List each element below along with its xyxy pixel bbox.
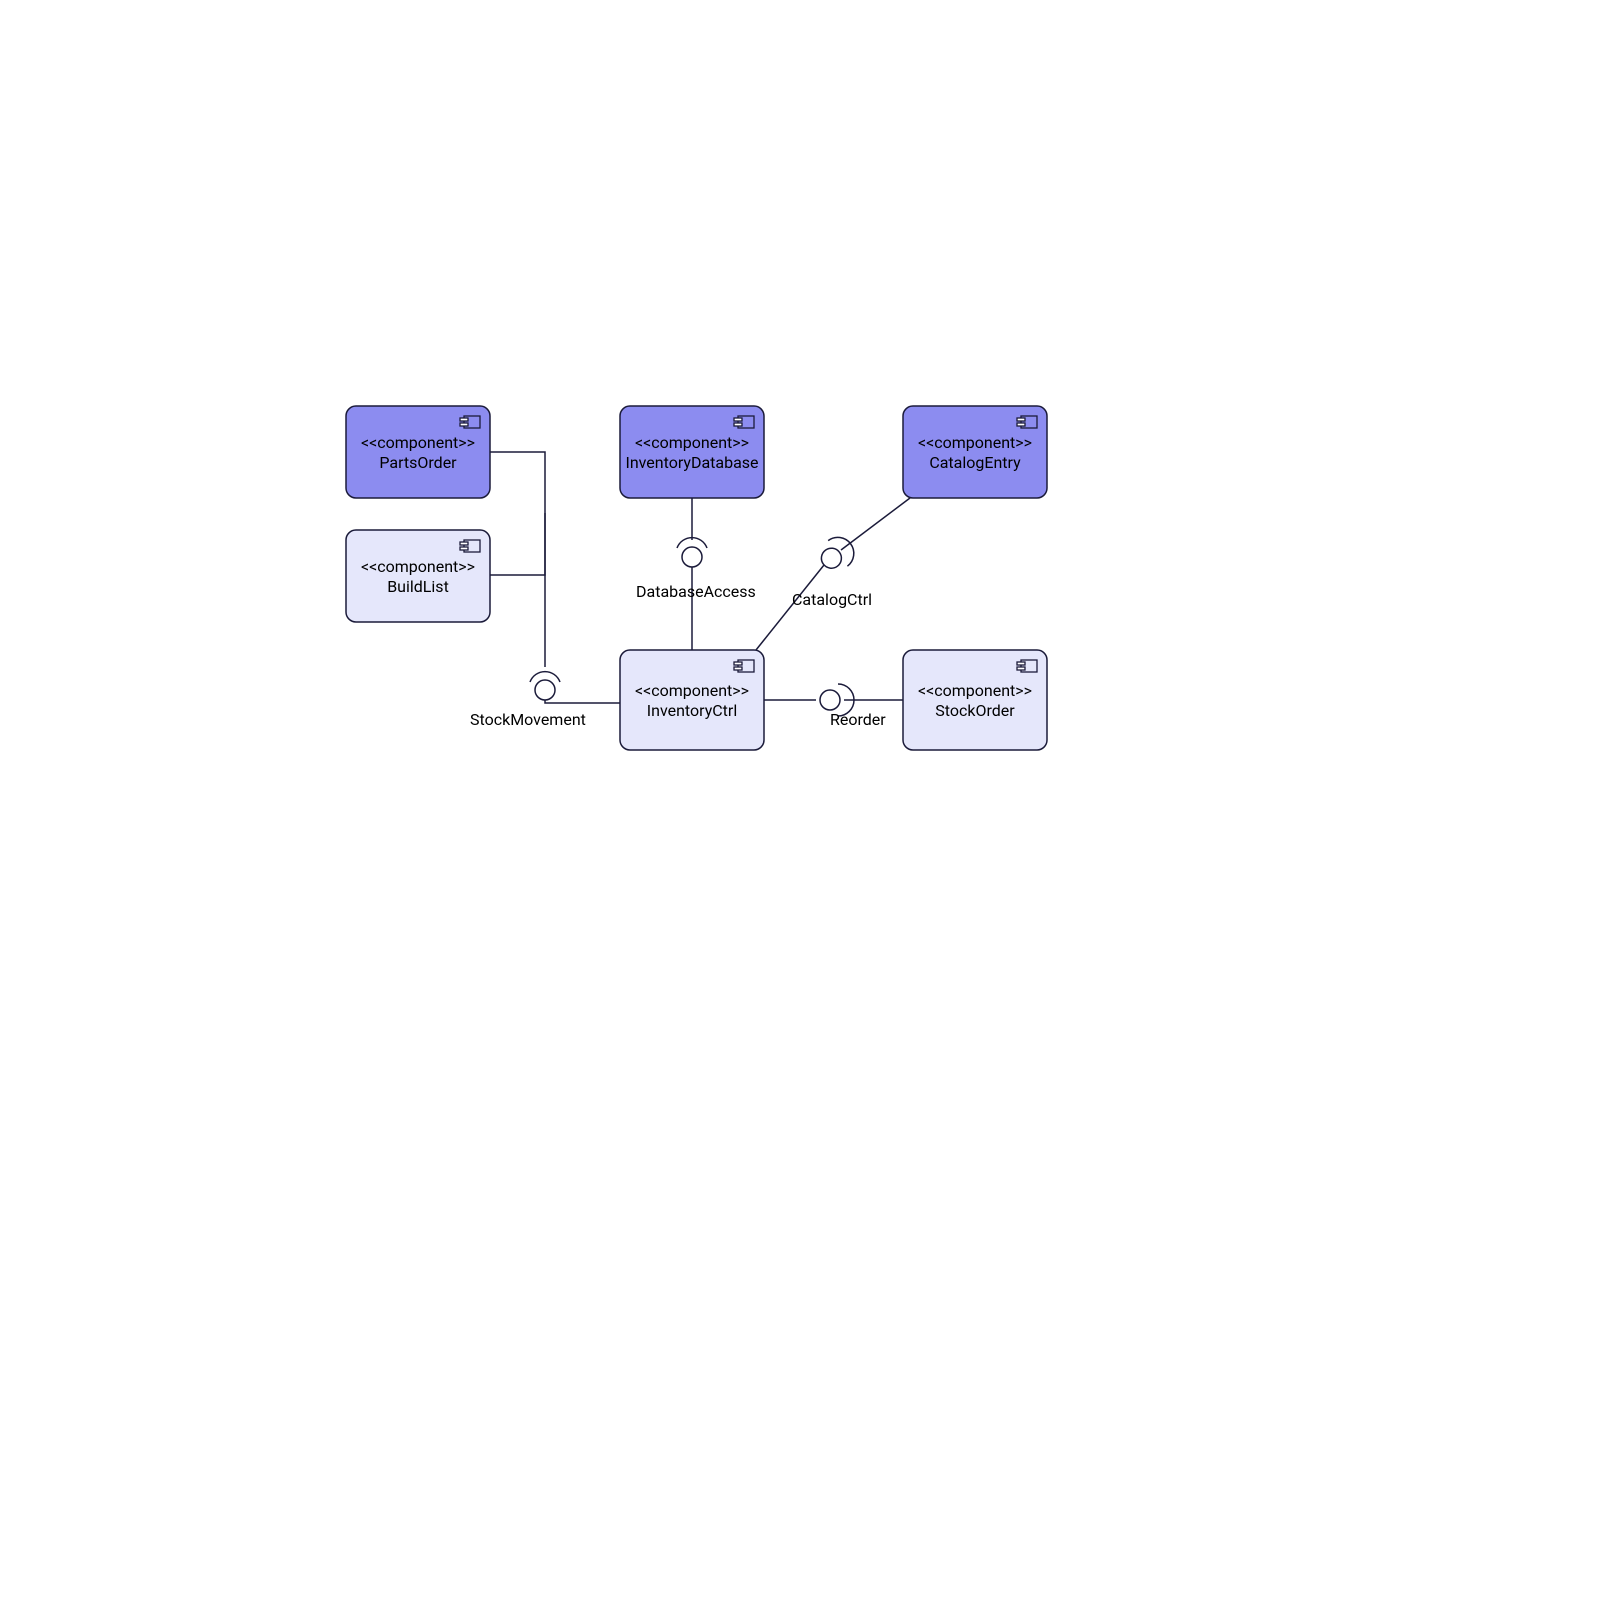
svg-text:<<component>>: <<component>> xyxy=(635,433,749,452)
svg-text:<<component>>: <<component>> xyxy=(918,433,1032,452)
svg-text:<<component>>: <<component>> xyxy=(635,681,749,700)
component-partsorder[interactable]: <<component>> PartsOrder xyxy=(346,406,490,498)
svg-text:CatalogEntry: CatalogEntry xyxy=(929,453,1021,472)
svg-text:<<component>>: <<component>> xyxy=(361,557,475,576)
connector-stockmovement: StockMovement xyxy=(470,452,620,729)
component-stockorder[interactable]: <<component>> StockOrder xyxy=(903,650,1047,750)
label-catalogctrl: CatalogCtrl xyxy=(792,590,872,609)
component-inventorydatabase[interactable]: <<component>> InventoryDatabase xyxy=(620,406,764,498)
component-inventoryctrl[interactable]: <<component>> InventoryCtrl xyxy=(620,650,764,750)
connector-databaseaccess: DatabaseAccess xyxy=(636,498,756,650)
svg-text:<<component>>: <<component>> xyxy=(918,681,1032,700)
label-reorder: Reorder xyxy=(830,710,886,729)
svg-text:PartsOrder: PartsOrder xyxy=(379,453,457,472)
svg-text:BuildList: BuildList xyxy=(387,577,449,596)
connector-catalogctrl: CatalogCtrl xyxy=(756,498,910,650)
label-stockmovement: StockMovement xyxy=(470,710,586,729)
svg-text:InventoryCtrl: InventoryCtrl xyxy=(647,701,737,720)
component-catalogentry[interactable]: <<component>> CatalogEntry xyxy=(903,406,1047,498)
component-buildlist[interactable]: <<component>> BuildList xyxy=(346,530,490,622)
connector-reorder: Reorder xyxy=(764,684,903,729)
svg-text:InventoryDatabase: InventoryDatabase xyxy=(625,453,758,472)
svg-text:<<component>>: <<component>> xyxy=(361,433,475,452)
label-databaseaccess: DatabaseAccess xyxy=(636,582,756,601)
uml-component-diagram: StockMovement DatabaseAccess CatalogCtrl… xyxy=(0,0,1600,1600)
svg-text:StockOrder: StockOrder xyxy=(935,701,1015,720)
